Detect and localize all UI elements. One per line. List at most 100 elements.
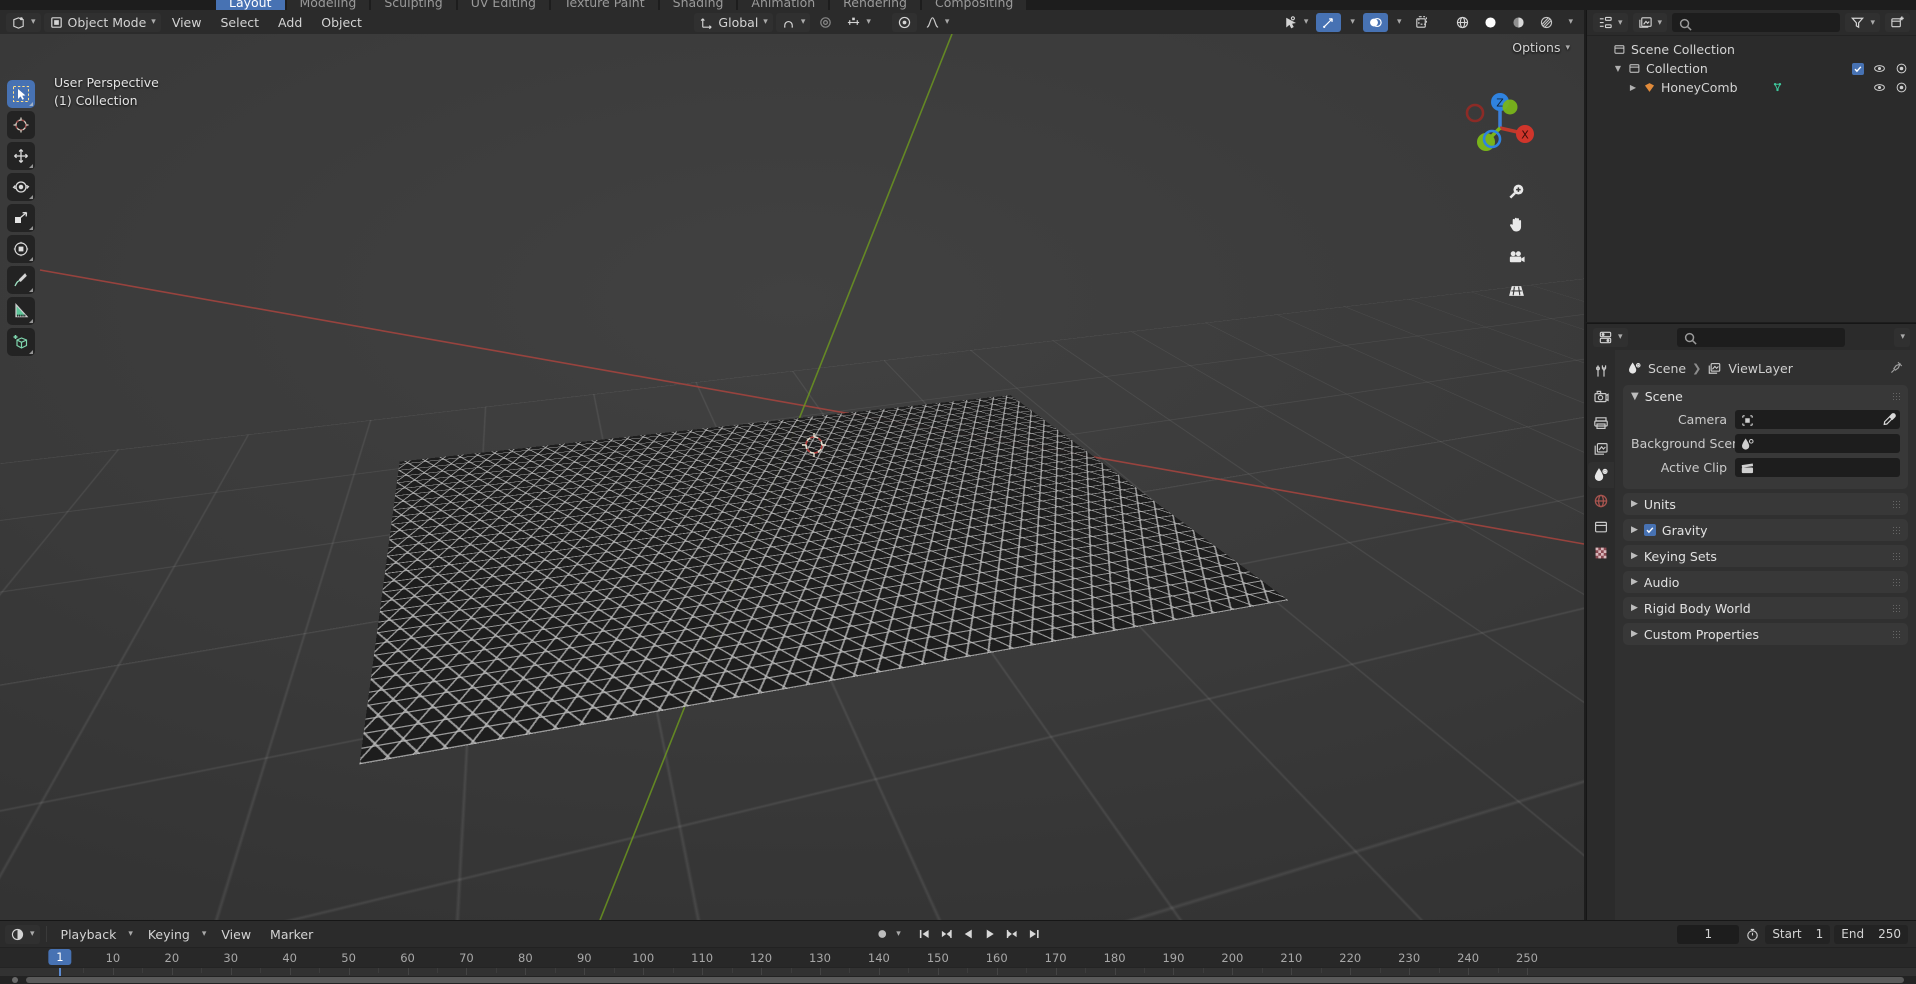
outliner-row-collection[interactable]: ▼ Collection (1587, 59, 1916, 78)
play-reverse-button[interactable] (959, 925, 977, 944)
background-scene-field[interactable] (1735, 434, 1900, 453)
collection-checkbox[interactable] (1852, 62, 1864, 75)
start-value[interactable]: 1 (1809, 927, 1831, 941)
object-visibility-selector[interactable]: ▾ (1279, 13, 1314, 32)
properties-section-gravity[interactable]: ▶ Gravity (1623, 519, 1908, 541)
workspace-tab-texture-paint[interactable]: Texture Paint (550, 0, 658, 10)
eyedropper-icon[interactable] (1882, 412, 1896, 426)
toggle-perspective-icon[interactable] (1507, 281, 1526, 300)
collection-tab[interactable] (1588, 514, 1614, 540)
timeline-scroll-bar[interactable] (26, 977, 1904, 983)
tool-tab[interactable] (1588, 358, 1614, 384)
eye-icon[interactable] (1873, 81, 1886, 94)
active-clip-field[interactable] (1735, 458, 1900, 477)
breadcrumb-scene[interactable]: Scene (1648, 361, 1686, 376)
properties-search-input[interactable] (1699, 330, 1849, 344)
current-frame-field[interactable]: 1 (1677, 924, 1740, 944)
menu-select[interactable]: Select (212, 13, 267, 32)
menu-add[interactable]: Add (270, 13, 310, 32)
world-tab[interactable] (1588, 488, 1614, 514)
preview-range-icon[interactable] (1743, 925, 1761, 944)
properties-section-units[interactable]: ▶ Units (1623, 493, 1908, 515)
outliner-search-input[interactable] (1694, 15, 1845, 30)
falloff-curve-selector[interactable]: ▾ (920, 13, 955, 32)
frame-end-field[interactable]: End 250 (1834, 924, 1908, 944)
annotate-tool[interactable] (7, 266, 35, 294)
shading-dropdown[interactable]: ▾ (1562, 13, 1578, 32)
workspace-tab-animation[interactable]: Animation (738, 0, 829, 10)
workspace-tab-uv-editing[interactable]: UV Editing (457, 0, 549, 10)
playhead-badge[interactable]: 1 (48, 949, 72, 965)
measure-tool[interactable] (7, 297, 35, 325)
pan-hand-icon[interactable] (1507, 215, 1526, 234)
workspace-tab-shading[interactable]: Shading (659, 0, 737, 10)
shading-material-preview[interactable] (1506, 13, 1531, 32)
timeline-menu-view[interactable]: View (213, 925, 259, 944)
workspace-tab-sculpting[interactable]: Sculpting (371, 0, 456, 10)
proportional-falloff-selector[interactable]: ▾ (841, 13, 876, 32)
scene-panel-header[interactable]: ▼ Scene (1623, 385, 1908, 407)
workspace-tab-layout[interactable]: Layout (216, 0, 285, 10)
camera-field[interactable] (1735, 410, 1900, 429)
overlays-toggle[interactable] (1362, 12, 1388, 32)
add-cube-tool[interactable] (7, 328, 35, 356)
jump-to-start-button[interactable] (915, 925, 933, 944)
frame-range-field[interactable]: Start 1 (1765, 924, 1831, 944)
eye-icon[interactable] (1873, 62, 1886, 75)
scale-tool[interactable] (7, 204, 35, 232)
outliner-search-box[interactable] (1672, 13, 1845, 32)
properties-section-custom-properties[interactable]: ▶ Custom Properties (1623, 623, 1908, 645)
timeline-ruler[interactable]: 1 10 20 30 40 50 60 70 80 90 100 110 120 130 140 150 16… (0, 947, 1916, 967)
outliner-editor-type-selector[interactable]: ▾ (1593, 13, 1628, 32)
pin-icon[interactable] (1889, 360, 1904, 375)
properties-search-box[interactable] (1677, 327, 1849, 347)
timeline-menu-playback[interactable]: Playback (53, 925, 125, 944)
shading-solid[interactable] (1478, 13, 1503, 32)
timeline-scrollbar[interactable] (0, 976, 1916, 984)
tweak-tool[interactable] (7, 80, 35, 108)
move-tool[interactable] (7, 142, 35, 170)
workspace-tab-rendering[interactable]: Rendering (830, 0, 920, 10)
section-checkbox[interactable] (1643, 524, 1656, 536)
outliner-row-scene-collection[interactable]: Scene Collection (1587, 40, 1916, 59)
properties-section-audio[interactable]: ▶ Audio (1623, 571, 1908, 593)
xray-toggle[interactable] (1409, 13, 1434, 32)
snap-toggle[interactable]: ▾ (775, 12, 811, 32)
menu-view[interactable]: View (164, 13, 210, 32)
outliner-filter-button[interactable]: ▾ (1845, 13, 1880, 32)
viewport-options-button[interactable]: Options ▾ (1512, 40, 1570, 55)
shading-rendered[interactable] (1534, 13, 1559, 32)
timeline-menu-marker[interactable]: Marker (262, 925, 321, 944)
properties-editor-type-selector[interactable]: ▾ (1593, 327, 1628, 347)
editor-type-selector[interactable]: ▾ (6, 12, 41, 32)
jump-to-end-button[interactable] (1025, 925, 1043, 944)
outliner-display-mode-selector[interactable]: ▾ (1632, 13, 1668, 32)
gizmo-dropdown[interactable]: ▾ (1344, 13, 1360, 32)
zoom-icon[interactable] (1507, 182, 1526, 201)
view-layer-tab[interactable] (1588, 436, 1614, 462)
scene-tab[interactable] (1588, 462, 1614, 488)
texture-tab[interactable] (1588, 540, 1614, 566)
timeline-editor-type-selector[interactable]: ▾ (5, 924, 40, 944)
menu-object[interactable]: Object (313, 13, 370, 32)
render-visibility-icon[interactable] (1895, 81, 1908, 94)
proportional-size-toggle[interactable] (891, 12, 917, 32)
disclosure-triangle-right-icon[interactable]: ▶ (1628, 83, 1638, 93)
new-collection-button[interactable] (1885, 13, 1910, 32)
transform-tool[interactable] (7, 235, 35, 263)
viewport-canvas[interactable]: User Perspective (1) Collection Options … (0, 34, 1584, 920)
properties-section-rigid-body-world[interactable]: ▶ Rigid Body World (1623, 597, 1908, 619)
render-visibility-icon[interactable] (1895, 62, 1908, 75)
transform-orientation-selector[interactable]: Global ▾ (694, 12, 773, 32)
output-tab[interactable] (1588, 410, 1614, 436)
mode-selector[interactable]: Object Mode ▾ (43, 12, 161, 32)
auto-keying-icon[interactable] (873, 925, 891, 944)
navigation-gizmo[interactable]: Z X (1458, 82, 1542, 166)
rotate-tool[interactable] (7, 173, 35, 201)
proportional-editing-toggle[interactable] (813, 13, 838, 32)
cursor-tool[interactable] (7, 111, 35, 139)
workspace-tab-modeling[interactable]: Modeling (286, 0, 370, 10)
gizmo-toggle[interactable] (1316, 12, 1342, 32)
render-tab[interactable] (1588, 384, 1614, 410)
camera-view-icon[interactable] (1507, 248, 1526, 267)
